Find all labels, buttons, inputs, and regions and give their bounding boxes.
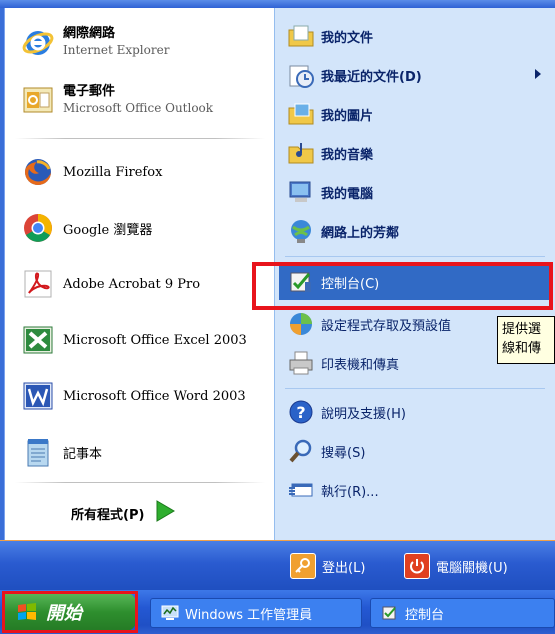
start-menu: 網際網路 Internet Explorer 電子郵件 Microsoft Offi… [0,0,555,590]
network-places-item[interactable]: 網路上的芳鄰 [287,215,399,247]
all-programs-button[interactable]: 所有程式(P) [71,498,176,528]
right-item-label: 印表機和傳真 [321,357,400,373]
taskbar-task-manager[interactable]: Windows 工作管理員 [150,598,362,628]
right-item-label: 搜尋(S) [321,445,366,461]
recent-documents-icon [287,61,315,89]
recent-label: Adobe Acrobat 9 Pro [63,276,201,292]
recent-acrobat[interactable]: Adobe Acrobat 9 Pro [21,265,200,303]
recent-excel[interactable]: Microsoft Office Excel 2003 [21,321,247,359]
power-icon [404,553,430,579]
pinned-subtitle: Microsoft Office Outlook [63,101,214,115]
my-pictures-icon [287,100,315,128]
program-defaults-item[interactable]: 設定程式存取及預設值 [287,308,451,340]
my-music-icon [287,139,315,167]
right-item-label: 我最近的文件(D) [321,69,422,85]
right-separator [285,388,545,389]
recent-notepad[interactable]: 記事本 [21,433,102,471]
left-pane: 網際網路 Internet Explorer 電子郵件 Microsoft Offi… [4,8,274,540]
printers-icon [287,349,315,377]
task-manager-icon [161,605,179,621]
recent-label: Microsoft Office Word 2003 [63,388,246,404]
shutdown-button[interactable]: 電腦關機(U) [404,551,508,581]
word-icon [21,379,55,413]
taskbar-task-label: Windows 工作管理員 [185,607,313,623]
tooltip-line: 線和傳 [502,341,542,356]
start-menu-top-edge [0,0,555,8]
my-pictures-item[interactable]: 我的圖片 [287,98,373,130]
pinned-subtitle: Internet Explorer [63,43,170,57]
recent-word[interactable]: Microsoft Office Word 2003 [21,377,246,415]
my-computer-item[interactable]: 我的電腦 [287,176,373,208]
right-item-label: 我的電腦 [321,186,374,202]
svg-text:?: ? [296,403,305,422]
recent-firefox[interactable]: Mozilla Firefox [21,153,162,191]
search-item[interactable]: 搜尋(S) [287,435,365,467]
green-arrow-icon [154,499,176,527]
my-music-item[interactable]: 我的音樂 [287,137,373,169]
start-menu-footer: 登出(L) 電腦關機(U) [0,540,555,590]
firefox-icon [21,155,55,189]
all-programs-label: 所有程式(P) [71,507,145,523]
my-documents-item[interactable]: 我的文件 [287,20,373,52]
submenu-arrow-icon [535,68,541,83]
all-programs-separator [15,482,265,483]
logoff-label: 登出(L) [322,560,366,576]
pinned-separator [15,138,265,139]
pinned-title: 電子郵件 [63,84,116,99]
right-item-label: 我的音樂 [321,147,374,163]
start-highlight-box [2,591,138,633]
recent-label: Google 瀏覽器 [63,222,153,238]
acrobat-icon [21,267,55,301]
outlook-icon [21,83,55,117]
control-panel-highlight-box [252,262,553,310]
taskbar: 開始 Windows 工作管理員 控制台 [0,590,555,634]
run-icon [287,476,315,504]
right-item-label: 執行(R)... [321,484,379,500]
my-documents-icon [287,22,315,50]
right-separator [285,256,545,257]
right-item-label: 我的圖片 [321,108,374,124]
help-item[interactable]: ? 說明及支援(H) [287,396,406,428]
pinned-outlook[interactable]: 電子郵件 Microsoft Office Outlook [21,80,213,120]
network-places-icon [287,217,315,245]
pinned-internet-explorer[interactable]: 網際網路 Internet Explorer [21,22,169,62]
right-item-label: 設定程式存取及預設值 [321,318,452,334]
pinned-title: 網際網路 [63,26,116,41]
chrome-icon [21,211,55,245]
notepad-icon [21,435,55,469]
recent-documents-item[interactable]: 我最近的文件(D) [287,59,549,91]
help-icon: ? [287,398,315,426]
right-item-label: 說明及支援(H) [321,406,406,422]
printers-item[interactable]: 印表機和傳真 [287,347,399,379]
recent-label: Microsoft Office Excel 2003 [63,332,247,348]
run-item[interactable]: 執行(R)... [287,474,379,506]
logoff-button[interactable]: 登出(L) [290,551,365,581]
internet-explorer-icon [21,25,55,59]
key-icon [290,553,316,579]
search-icon [287,437,315,465]
tooltip: 提供選 線和傳 [497,316,555,364]
recent-chrome[interactable]: Google 瀏覽器 [21,209,152,247]
right-item-label: 我的文件 [321,30,374,46]
tooltip-line: 提供選 [502,322,542,337]
my-computer-icon [287,178,315,206]
shutdown-label: 電腦關機(U) [436,560,508,576]
program-defaults-icon [287,310,315,338]
recent-label: 記事本 [63,446,103,462]
control-panel-icon [381,604,399,622]
taskbar-control-panel[interactable]: 控制台 [370,598,555,628]
excel-icon [21,323,55,357]
taskbar-task-label: 控制台 [405,607,445,623]
recent-label: Mozilla Firefox [63,164,163,180]
right-item-label: 網路上的芳鄰 [321,225,400,241]
